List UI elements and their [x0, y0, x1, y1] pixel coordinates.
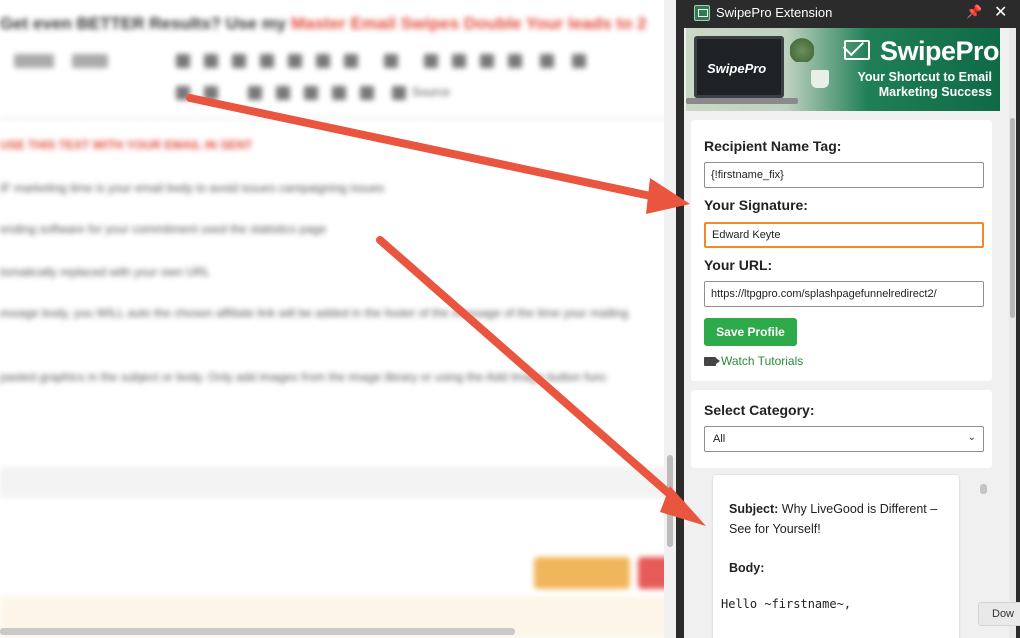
swipe-email-card[interactable]: Subject: Why LiveGood is Different – See…	[713, 475, 959, 638]
editor-headline: Get even BETTER Results? Use my Master E…	[0, 14, 647, 33]
editor-toolbar-row-2: Source	[0, 82, 676, 104]
editor-toolbar-row-1	[0, 50, 676, 72]
banner-tagline: Your Shortcut to Email Marketing Success	[857, 70, 993, 99]
download-button[interactable]: Dow	[978, 602, 1020, 626]
swipe-list-scrollbar[interactable]	[980, 484, 987, 494]
url-input[interactable]	[704, 281, 984, 307]
chevron-down-icon: ⌄	[967, 432, 976, 443]
window-titlebar: SwipePro Extension 📌 ✕	[676, 0, 1020, 26]
blurred-editor-content: Get even BETTER Results? Use my Master E…	[0, 0, 676, 638]
category-select[interactable]: All ⌄	[704, 426, 984, 452]
extension-content: SwipePro SwipePro Your Shortcut to Email…	[684, 28, 1016, 638]
swipepro-extension-window: SwipePro Extension 📌 ✕ SwipePro SwipePro…	[676, 0, 1020, 638]
category-card: Select Category: All ⌄	[691, 390, 992, 468]
recipient-name-tag-label: Recipient Name Tag:	[704, 138, 842, 154]
window-title: SwipePro Extension	[716, 5, 833, 20]
editor-horizontal-scrollbar[interactable]	[0, 628, 515, 635]
swipe-body-text: Hello ~firstname~,	[721, 597, 852, 611]
extension-scroll-thumb[interactable]	[1010, 118, 1015, 318]
swipepro-app-icon	[694, 5, 710, 21]
signature-input[interactable]	[704, 222, 984, 248]
profile-card: Recipient Name Tag: Your Signature: Your…	[691, 120, 992, 381]
laptop-illustration: SwipePro	[694, 36, 784, 98]
background-email-editor: Get even BETTER Results? Use my Master E…	[0, 0, 676, 638]
signature-label: Your Signature:	[704, 197, 808, 213]
plant-illustration	[790, 34, 814, 62]
editor-vertical-scroll-thumb[interactable]	[667, 455, 673, 547]
swipe-subject: Subject: Why LiveGood is Different – See…	[729, 502, 938, 536]
watch-tutorials-link[interactable]: Watch Tutorials	[704, 354, 803, 368]
select-category-label: Select Category:	[704, 402, 815, 418]
mail-icon	[844, 40, 870, 60]
close-icon[interactable]: ✕	[994, 2, 1007, 22]
url-label: Your URL:	[704, 257, 773, 273]
save-profile-button[interactable]: Save Profile	[704, 318, 797, 346]
banner-brand: SwipePro	[880, 36, 1000, 66]
editor-save-draft-button	[534, 557, 630, 589]
recipient-name-tag-input[interactable]	[704, 162, 984, 188]
pin-icon[interactable]: 📌	[966, 4, 982, 20]
video-camera-icon	[704, 357, 720, 366]
swipe-body-label: Body:	[729, 561, 765, 575]
swipepro-banner: SwipePro SwipePro Your Shortcut to Email…	[686, 28, 1000, 111]
